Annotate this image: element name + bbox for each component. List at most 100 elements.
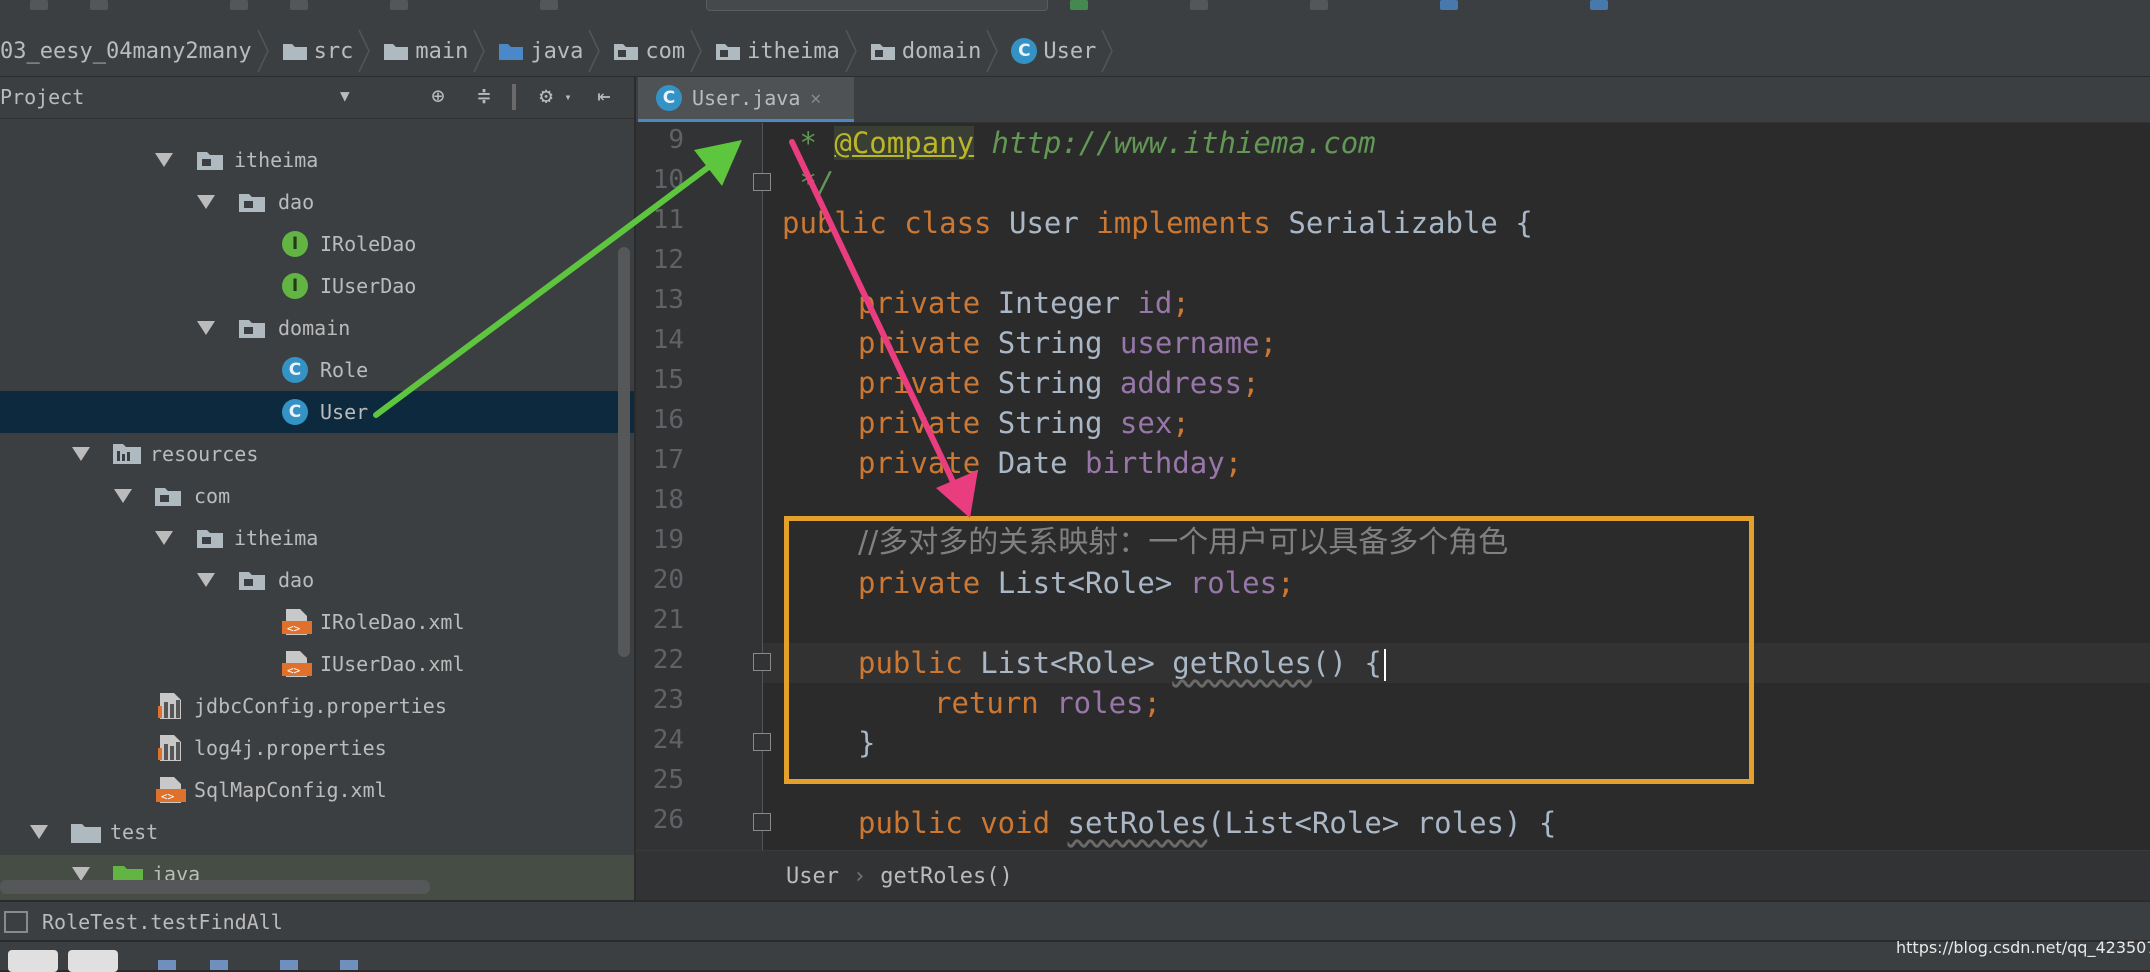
toolbar-button[interactable] — [1440, 0, 1458, 10]
hide-panel-icon[interactable]: ⇤ — [592, 85, 616, 109]
line-number: 14 — [652, 325, 684, 355]
run-config-name[interactable]: RoleTest.testFindAll — [42, 910, 283, 934]
line-number: 13 — [652, 285, 684, 315]
code-line-14: private String username; — [858, 326, 1278, 360]
expand-arrow-icon[interactable] — [197, 195, 215, 209]
folder-icon — [282, 44, 307, 60]
toolbar-button[interactable] — [230, 0, 248, 10]
breadcrumb-separator — [844, 26, 858, 76]
locate-icon[interactable]: ⊕ — [426, 85, 450, 109]
tree-item-com[interactable]: com — [0, 475, 634, 517]
run-config-selector[interactable] — [706, 0, 1048, 11]
toolbar-button[interactable] — [290, 0, 308, 10]
breadcrumb-java[interactable]: java — [490, 26, 587, 76]
chevron-down-icon[interactable]: ▼ — [340, 86, 350, 105]
tree-item-iuserdao-xml[interactable]: <> IUserDao.xml — [0, 643, 634, 685]
tree-item-iuserdao[interactable]: I IUserDao — [0, 265, 634, 307]
toolbar-button[interactable] — [30, 0, 48, 10]
run-icon[interactable] — [1070, 0, 1088, 10]
chevron-right-icon: › — [852, 863, 867, 889]
breadcrumb-project[interactable]: 03_eesy_04many2many — [0, 26, 256, 76]
tree-item-log4j[interactable]: log4j.properties — [0, 727, 634, 769]
folder-icon — [71, 824, 101, 843]
breadcrumb-separator — [689, 26, 703, 76]
expand-arrow-icon[interactable] — [72, 867, 90, 881]
editor-breadcrumb-method[interactable]: getRoles() — [880, 864, 1012, 889]
breadcrumb-com[interactable]: com — [605, 26, 689, 76]
toolbar-icon[interactable] — [280, 960, 298, 970]
expand-arrow-icon[interactable] — [72, 447, 90, 461]
tab-label: User.java — [692, 86, 801, 110]
svg-text:<>: <> — [287, 664, 301, 677]
xml-file-icon: <> — [282, 609, 312, 635]
line-number: 25 — [652, 765, 684, 795]
breadcrumb-main[interactable]: main — [375, 26, 472, 76]
toolbar-button[interactable] — [1310, 0, 1328, 10]
tree-item-iroledao-xml[interactable]: <> IRoleDao.xml — [0, 601, 634, 643]
tree-vertical-scrollbar[interactable] — [618, 247, 630, 657]
xml-file-icon: <> — [282, 651, 312, 677]
interface-icon: I — [282, 231, 308, 257]
close-icon[interactable]: ✕ — [810, 88, 821, 109]
expand-arrow-icon[interactable] — [155, 153, 173, 167]
tree-item-iroledao[interactable]: I IRoleDao — [0, 223, 634, 265]
code-line-10: */ — [782, 166, 835, 200]
toolbar-icon[interactable] — [158, 960, 176, 970]
expand-arrow-icon[interactable] — [197, 573, 215, 587]
breadcrumb-separator — [1100, 26, 1114, 76]
breadcrumb-src[interactable]: src — [274, 26, 358, 76]
tree-item-dao[interactable]: dao — [0, 181, 634, 223]
rerun-button[interactable] — [8, 950, 58, 972]
expand-arrow-icon[interactable] — [155, 531, 173, 545]
fold-marker-icon[interactable] — [753, 813, 771, 831]
class-icon: C — [282, 399, 308, 425]
line-number: 15 — [652, 365, 684, 395]
stop-button[interactable] — [68, 950, 118, 972]
project-panel-title[interactable]: Project — [0, 85, 84, 109]
package-icon — [239, 320, 265, 338]
run-config-icon — [4, 911, 28, 933]
breadcrumb-domain[interactable]: domain — [862, 26, 985, 76]
toolbar-button[interactable] — [90, 0, 108, 10]
tree-item-user[interactable]: C User — [0, 391, 634, 433]
tree-item-itheima[interactable]: itheima — [0, 139, 634, 181]
expand-arrow-icon[interactable] — [114, 489, 132, 503]
tree-horizontal-scrollbar[interactable] — [0, 880, 430, 894]
package-icon — [716, 44, 741, 60]
tree-item-jdbcconfig[interactable]: jdbcConfig.properties — [0, 685, 634, 727]
tree-item-role[interactable]: C Role — [0, 349, 634, 391]
tree-item-resources[interactable]: resources — [0, 433, 634, 475]
project-tree: itheima dao I IRoleDao I IUserDao domain… — [0, 119, 634, 900]
code-line-13: private Integer id; — [858, 286, 1190, 320]
code-line-15: private String address; — [858, 366, 1260, 400]
tree-item-dao-res[interactable]: dao — [0, 559, 634, 601]
toolbar-icon[interactable] — [210, 960, 228, 970]
toolbar-icon[interactable] — [340, 960, 358, 970]
expand-arrow-icon[interactable] — [197, 321, 215, 335]
breadcrumb-user[interactable]: C User — [1003, 26, 1100, 76]
gear-icon[interactable]: ⚙ — [534, 85, 558, 109]
breadcrumb-separator — [587, 26, 601, 76]
fold-marker-icon[interactable] — [753, 733, 771, 751]
toolbar-button[interactable] — [1590, 0, 1608, 10]
tree-item-sqlmapconfig[interactable]: <> SqlMapConfig.xml — [0, 769, 634, 811]
toolbar-button[interactable] — [1190, 0, 1208, 10]
fold-marker-icon[interactable] — [753, 653, 771, 671]
project-panel-header: Project ▼ ⊕ ≑ ⚙ ▾ ⇤ — [0, 77, 634, 119]
breadcrumb-separator — [985, 26, 999, 76]
collapse-all-icon[interactable]: ≑ — [472, 85, 496, 109]
editor-breadcrumb-class[interactable]: User — [786, 864, 839, 889]
chevron-down-icon[interactable]: ▾ — [556, 85, 580, 109]
fold-marker-icon[interactable] — [753, 173, 771, 191]
breadcrumb-itheima[interactable]: itheima — [707, 26, 844, 76]
expand-arrow-icon[interactable] — [30, 825, 48, 839]
tab-user-java[interactable]: C User.java ✕ — [638, 77, 854, 122]
line-number: 12 — [652, 245, 684, 275]
tree-item-itheima-res[interactable]: itheima — [0, 517, 634, 559]
tree-item-domain[interactable]: domain — [0, 307, 634, 349]
tree-item-test[interactable]: test — [0, 811, 634, 853]
toolbar-button[interactable] — [390, 0, 408, 10]
editor-tab-bar: C User.java ✕ — [636, 77, 2150, 123]
toolbar-button[interactable] — [540, 0, 558, 10]
breadcrumb-separator — [256, 26, 270, 76]
